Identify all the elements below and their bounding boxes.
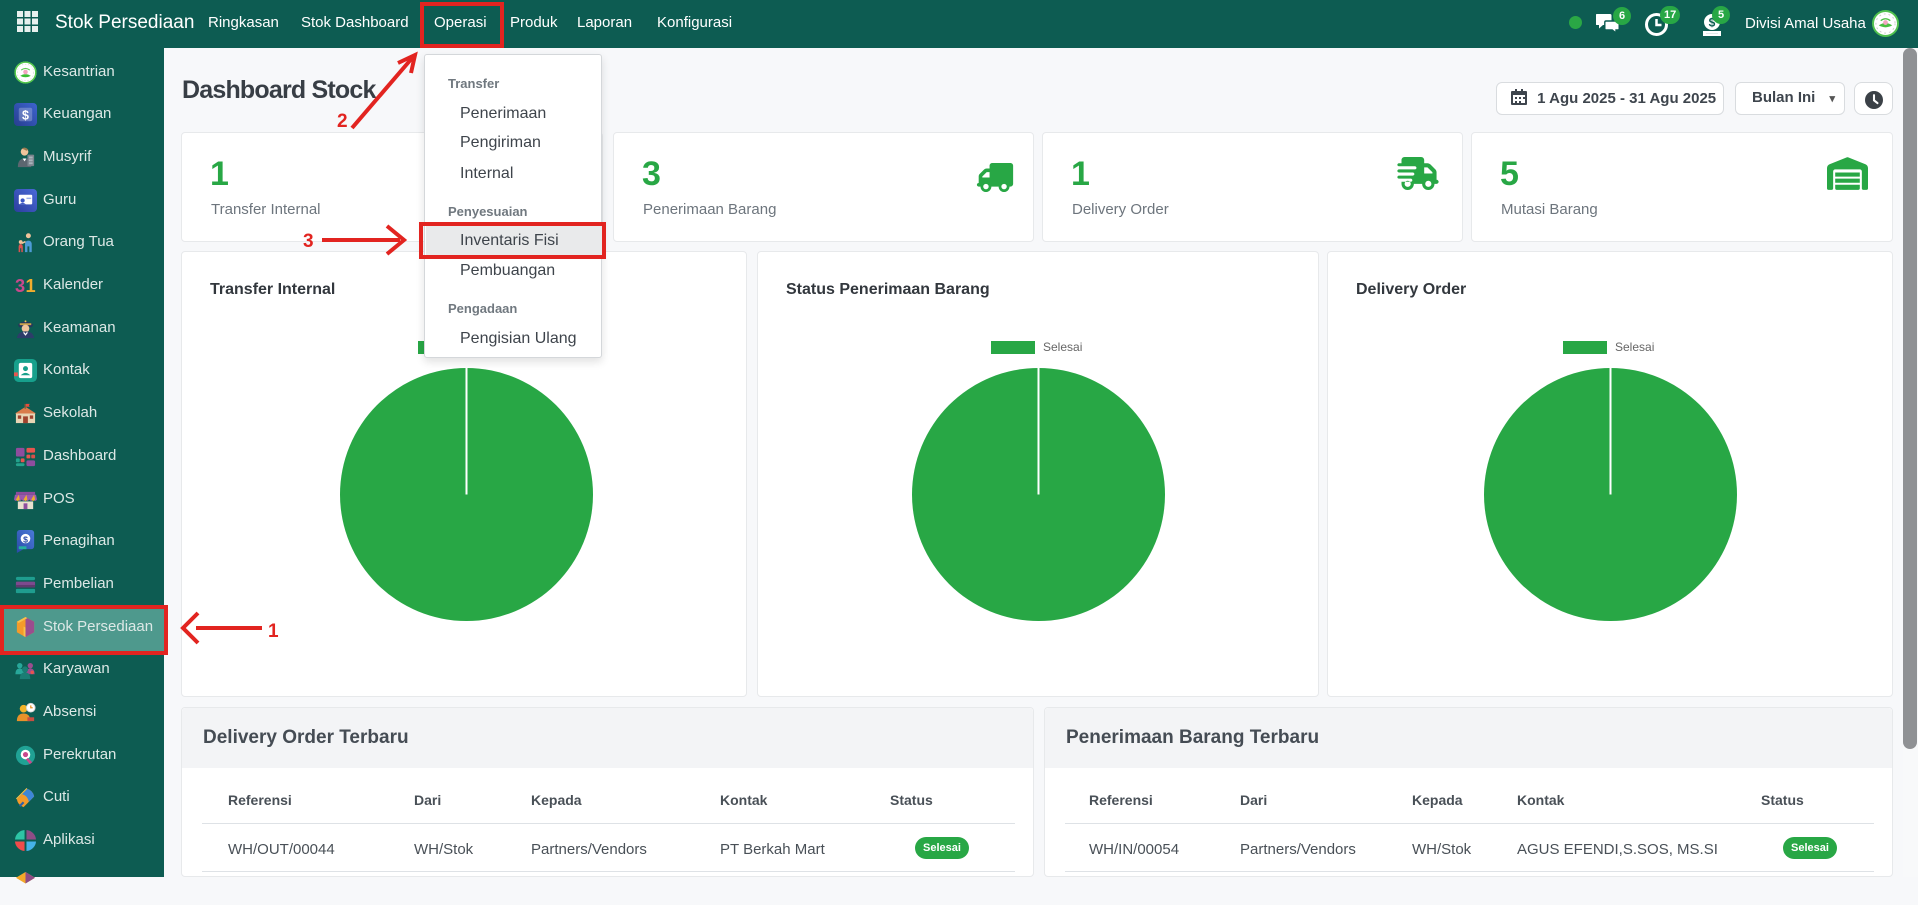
svg-text:$: $	[23, 535, 28, 545]
svg-text:3: 3	[15, 276, 25, 296]
svg-text:1: 1	[26, 276, 36, 296]
svg-text:$: $	[22, 108, 29, 122]
